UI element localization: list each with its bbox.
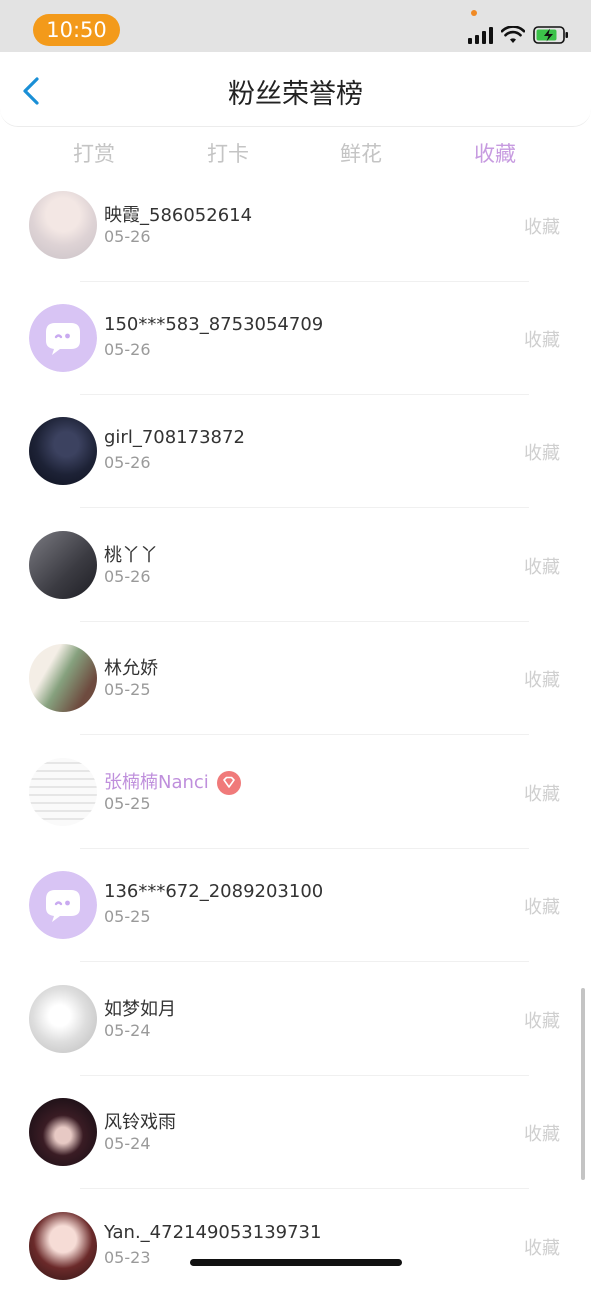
scrollbar[interactable] xyxy=(581,988,585,1180)
action-label: 收藏 xyxy=(524,443,560,464)
avatar xyxy=(29,758,97,826)
action-label: 收藏 xyxy=(524,217,560,238)
row-divider xyxy=(80,734,529,735)
action-label: 收藏 xyxy=(524,330,560,351)
fan-name: girl_708173872 xyxy=(104,427,245,448)
action-label: 收藏 xyxy=(524,1238,560,1259)
fan-date: 05-26 xyxy=(104,567,151,586)
avatar xyxy=(29,304,97,372)
avatar xyxy=(29,871,97,939)
page-title: 粉丝荣誉榜 xyxy=(228,79,363,110)
list-item[interactable]: 张楠楠Nanci 05-25 收藏 xyxy=(0,736,591,849)
fan-name: 136***672_2089203100 xyxy=(104,881,324,902)
fan-date: 05-26 xyxy=(104,340,151,359)
list-item[interactable]: 150***583_8753054709 05-26 收藏 xyxy=(0,282,591,395)
avatar xyxy=(29,531,97,599)
fan-name: 映霞_586052614 xyxy=(104,205,253,226)
fan-name: Yan._472149053139731 xyxy=(104,1222,322,1243)
fan-date: 05-23 xyxy=(104,1248,151,1267)
privacy-indicator-dot xyxy=(471,10,477,16)
list-item[interactable]: Yan._472149053139731 05-23 收藏 xyxy=(0,1190,591,1303)
avatar xyxy=(29,1098,97,1166)
action-label: 收藏 xyxy=(524,784,560,805)
list-item[interactable]: 136***672_2089203100 05-25 收藏 xyxy=(0,849,591,962)
action-label: 收藏 xyxy=(524,557,560,578)
tab-reward[interactable]: 打赏 xyxy=(34,138,154,168)
avatar xyxy=(29,417,97,485)
action-label: 收藏 xyxy=(524,1011,560,1032)
row-divider xyxy=(80,1188,529,1189)
fan-name: 桃丫丫 xyxy=(104,545,158,566)
avatar xyxy=(29,985,97,1053)
action-label: 收藏 xyxy=(524,1124,560,1145)
fan-name: 林允娇 xyxy=(104,658,158,679)
home-indicator[interactable] xyxy=(190,1259,402,1266)
avatar xyxy=(29,644,97,712)
default-avatar-chat-icon xyxy=(29,304,97,372)
status-bar: 10:50 xyxy=(0,0,591,52)
wifi-icon xyxy=(501,26,525,43)
fan-date: 05-25 xyxy=(104,680,151,699)
avatar xyxy=(29,1212,97,1280)
tab-favorites[interactable]: 收藏 xyxy=(435,138,555,168)
fan-date: 05-24 xyxy=(104,1021,151,1040)
list-item[interactable]: 如梦如月 05-24 收藏 xyxy=(0,963,591,1076)
status-time: 10:50 xyxy=(33,14,120,46)
row-divider xyxy=(80,961,529,962)
diamond-badge-icon xyxy=(216,771,241,795)
row-divider xyxy=(80,507,529,508)
fan-date: 05-25 xyxy=(104,907,151,926)
tab-checkin[interactable]: 打卡 xyxy=(168,138,288,168)
fan-name: 150***583_8753054709 xyxy=(104,314,324,335)
battery-charging-icon xyxy=(533,26,568,44)
nav-header: 粉丝荣誉榜 xyxy=(0,52,591,127)
list-item[interactable]: 风铃戏雨 05-24 收藏 xyxy=(0,1076,591,1189)
fan-name: 张楠楠Nanci xyxy=(104,772,209,793)
list-item[interactable]: 林允娇 05-25 收藏 xyxy=(0,622,591,735)
fan-name: 如梦如月 xyxy=(104,999,176,1020)
list-item[interactable]: 映霞_586052614 05-26 收藏 xyxy=(0,169,591,282)
action-label: 收藏 xyxy=(524,897,560,918)
default-avatar-chat-icon xyxy=(29,871,97,939)
fan-name-vip: 张楠楠Nanci xyxy=(104,768,241,795)
cellular-signal-icon xyxy=(468,26,493,44)
fan-date: 05-26 xyxy=(104,453,151,472)
fan-date: 05-24 xyxy=(104,1134,151,1153)
list-item[interactable]: girl_708173872 05-26 收藏 xyxy=(0,395,591,508)
fan-date: 05-26 xyxy=(104,227,151,246)
fan-name: 风铃戏雨 xyxy=(104,1112,176,1133)
list-item[interactable]: 桃丫丫 05-26 收藏 xyxy=(0,509,591,622)
tab-flowers[interactable]: 鲜花 xyxy=(301,138,421,168)
action-label: 收藏 xyxy=(524,670,560,691)
avatar xyxy=(29,191,97,259)
fan-date: 05-25 xyxy=(104,794,151,813)
